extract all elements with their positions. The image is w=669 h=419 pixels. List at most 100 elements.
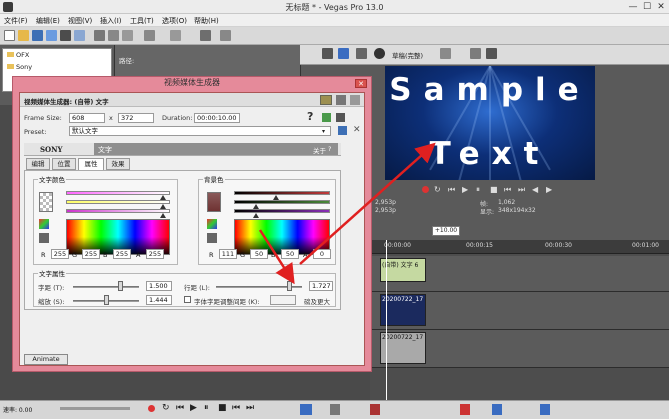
text-color-a-input[interactable]: 255 (146, 249, 164, 259)
tab-properties[interactable]: 属性 (78, 158, 104, 170)
envelope-tool-icon[interactable] (330, 404, 340, 415)
menu-edit[interactable]: 编辑(E) (36, 16, 60, 26)
bg-color-slider-2[interactable] (234, 200, 330, 204)
slider-marker[interactable] (160, 213, 166, 218)
redo-icon[interactable] (170, 30, 181, 41)
new-icon[interactable] (4, 30, 15, 41)
save-preset-icon[interactable] (338, 126, 347, 135)
start-icon[interactable]: ⏮ (504, 186, 511, 194)
help-button[interactable]: ? (307, 110, 313, 123)
options-icon[interactable] (350, 95, 360, 105)
play-from-start-icon[interactable]: ⏮ (176, 403, 184, 413)
eyedropper-icon[interactable] (207, 233, 217, 243)
spacing-slider-thumb[interactable] (118, 281, 123, 291)
snap-icon[interactable] (460, 404, 470, 415)
menu-help[interactable]: 帮助(H) (194, 16, 219, 26)
next-marker-icon[interactable]: ⏭ (246, 403, 254, 413)
play-icon[interactable]: ▶ (190, 403, 197, 413)
render-icon[interactable] (60, 30, 71, 41)
frame-width-input[interactable]: 608 (69, 113, 105, 123)
pause-icon[interactable]: ⏸ (204, 403, 209, 413)
bg-color-slider-3[interactable] (234, 209, 330, 213)
bg-color-b-input[interactable]: 50 (281, 249, 299, 259)
delete-icon[interactable] (370, 404, 380, 415)
help-icon[interactable] (220, 30, 231, 41)
paste-icon[interactable] (122, 30, 133, 41)
lock-envelopes-icon[interactable] (540, 404, 550, 415)
text-color-b-input[interactable]: 255 (113, 249, 131, 259)
play-icon[interactable]: ▶ (462, 186, 468, 194)
external-monitor-icon[interactable] (338, 48, 349, 59)
menu-tools[interactable]: 工具(T) (130, 16, 154, 26)
auto-ripple-icon[interactable] (492, 404, 502, 415)
spacing-input[interactable]: 1.500 (146, 281, 172, 291)
preview-quality-icon[interactable] (374, 48, 385, 59)
chevron-down-icon[interactable]: ▾ (322, 128, 325, 135)
save-icon[interactable] (32, 30, 43, 41)
loop-icon[interactable]: ↻ (434, 186, 441, 194)
prev-marker-icon[interactable]: ⏮ (232, 403, 240, 413)
maximize-button[interactable]: ☐ (641, 2, 653, 12)
menu-view[interactable]: 视图(V) (68, 16, 92, 26)
bg-color-swatch[interactable] (207, 192, 221, 212)
animate-button[interactable]: Animate (24, 354, 68, 365)
text-color-slider-1[interactable] (66, 191, 170, 195)
copy-snapshot-icon[interactable] (470, 48, 481, 59)
window-icon[interactable] (336, 95, 346, 105)
bg-color-slider-1[interactable] (234, 191, 330, 195)
tab-placement[interactable]: 位置 (52, 158, 76, 170)
preset-dropdown[interactable]: 默认文字 (69, 126, 331, 136)
fx-icon[interactable] (356, 48, 367, 59)
help-icon[interactable]: ? (328, 145, 331, 153)
rate-slider[interactable] (60, 407, 130, 410)
playhead[interactable] (386, 240, 387, 400)
track-video[interactable]: 20200722_17 (370, 292, 669, 330)
save-snapshot-icon[interactable] (486, 48, 497, 59)
text-color-slider-3[interactable] (66, 209, 170, 213)
kerning-checkbox[interactable] (184, 296, 191, 303)
bg-color-r-input[interactable]: 111 (219, 249, 237, 259)
close-button[interactable]: ✕ (655, 2, 667, 12)
toggle-preview-icon[interactable] (320, 95, 332, 105)
kerning-input[interactable] (270, 295, 296, 305)
copy-icon[interactable] (108, 30, 119, 41)
menu-insert[interactable]: 插入(I) (100, 16, 122, 26)
slider-marker[interactable] (253, 213, 259, 218)
save-as-icon[interactable] (46, 30, 57, 41)
cut-icon[interactable] (94, 30, 105, 41)
plugin-chain-icon[interactable] (336, 113, 345, 122)
spacing-slider[interactable] (73, 286, 139, 288)
pause-icon[interactable]: ⏸ (476, 186, 480, 194)
loop-icon[interactable]: ↻ (162, 403, 170, 413)
media-tree-item[interactable]: Sony (7, 63, 32, 71)
open-icon[interactable] (18, 30, 29, 41)
stop-icon[interactable]: ■ (218, 403, 227, 413)
bg-color-g-input[interactable]: 50 (250, 249, 268, 259)
text-color-g-input[interactable]: 255 (82, 249, 100, 259)
frame-height-input[interactable]: 372 (118, 113, 154, 123)
timeline-ruler[interactable]: 00:00:00 00:00:15 00:00:30 00:01:00 (370, 240, 669, 254)
settings-icon[interactable] (200, 30, 211, 41)
dialog-close-button[interactable]: ✕ (355, 79, 367, 88)
record-icon[interactable] (422, 186, 429, 193)
text-color-slider-2[interactable] (66, 200, 170, 204)
track-audio[interactable]: 20200722_17 (370, 330, 669, 368)
line-spacing-slider-thumb[interactable] (287, 281, 292, 291)
about-button[interactable]: 关于 (313, 145, 326, 155)
undo-icon[interactable] (144, 30, 155, 41)
duration-input[interactable]: 00:00:10.00 (194, 113, 240, 123)
end-icon[interactable]: ⏭ (518, 186, 525, 194)
menu-file[interactable]: 文件(F) (4, 16, 28, 26)
play-from-start-icon[interactable]: ⏮ (448, 186, 455, 194)
tab-effects[interactable]: 效果 (106, 158, 130, 170)
media-tree-item[interactable]: OFX (7, 51, 29, 59)
minimize-button[interactable]: — (627, 2, 639, 12)
tab-edit[interactable]: 编辑 (26, 158, 50, 170)
line-spacing-input[interactable]: 1.727 (309, 281, 333, 291)
record-icon[interactable] (148, 405, 155, 412)
overlay-icon[interactable] (440, 48, 451, 59)
scaling-input[interactable]: 1.444 (146, 295, 172, 305)
properties-icon[interactable] (74, 30, 85, 41)
track-text[interactable]: (自带) 文字 6 (370, 256, 669, 292)
bg-color-a-input[interactable]: 0 (313, 249, 331, 259)
